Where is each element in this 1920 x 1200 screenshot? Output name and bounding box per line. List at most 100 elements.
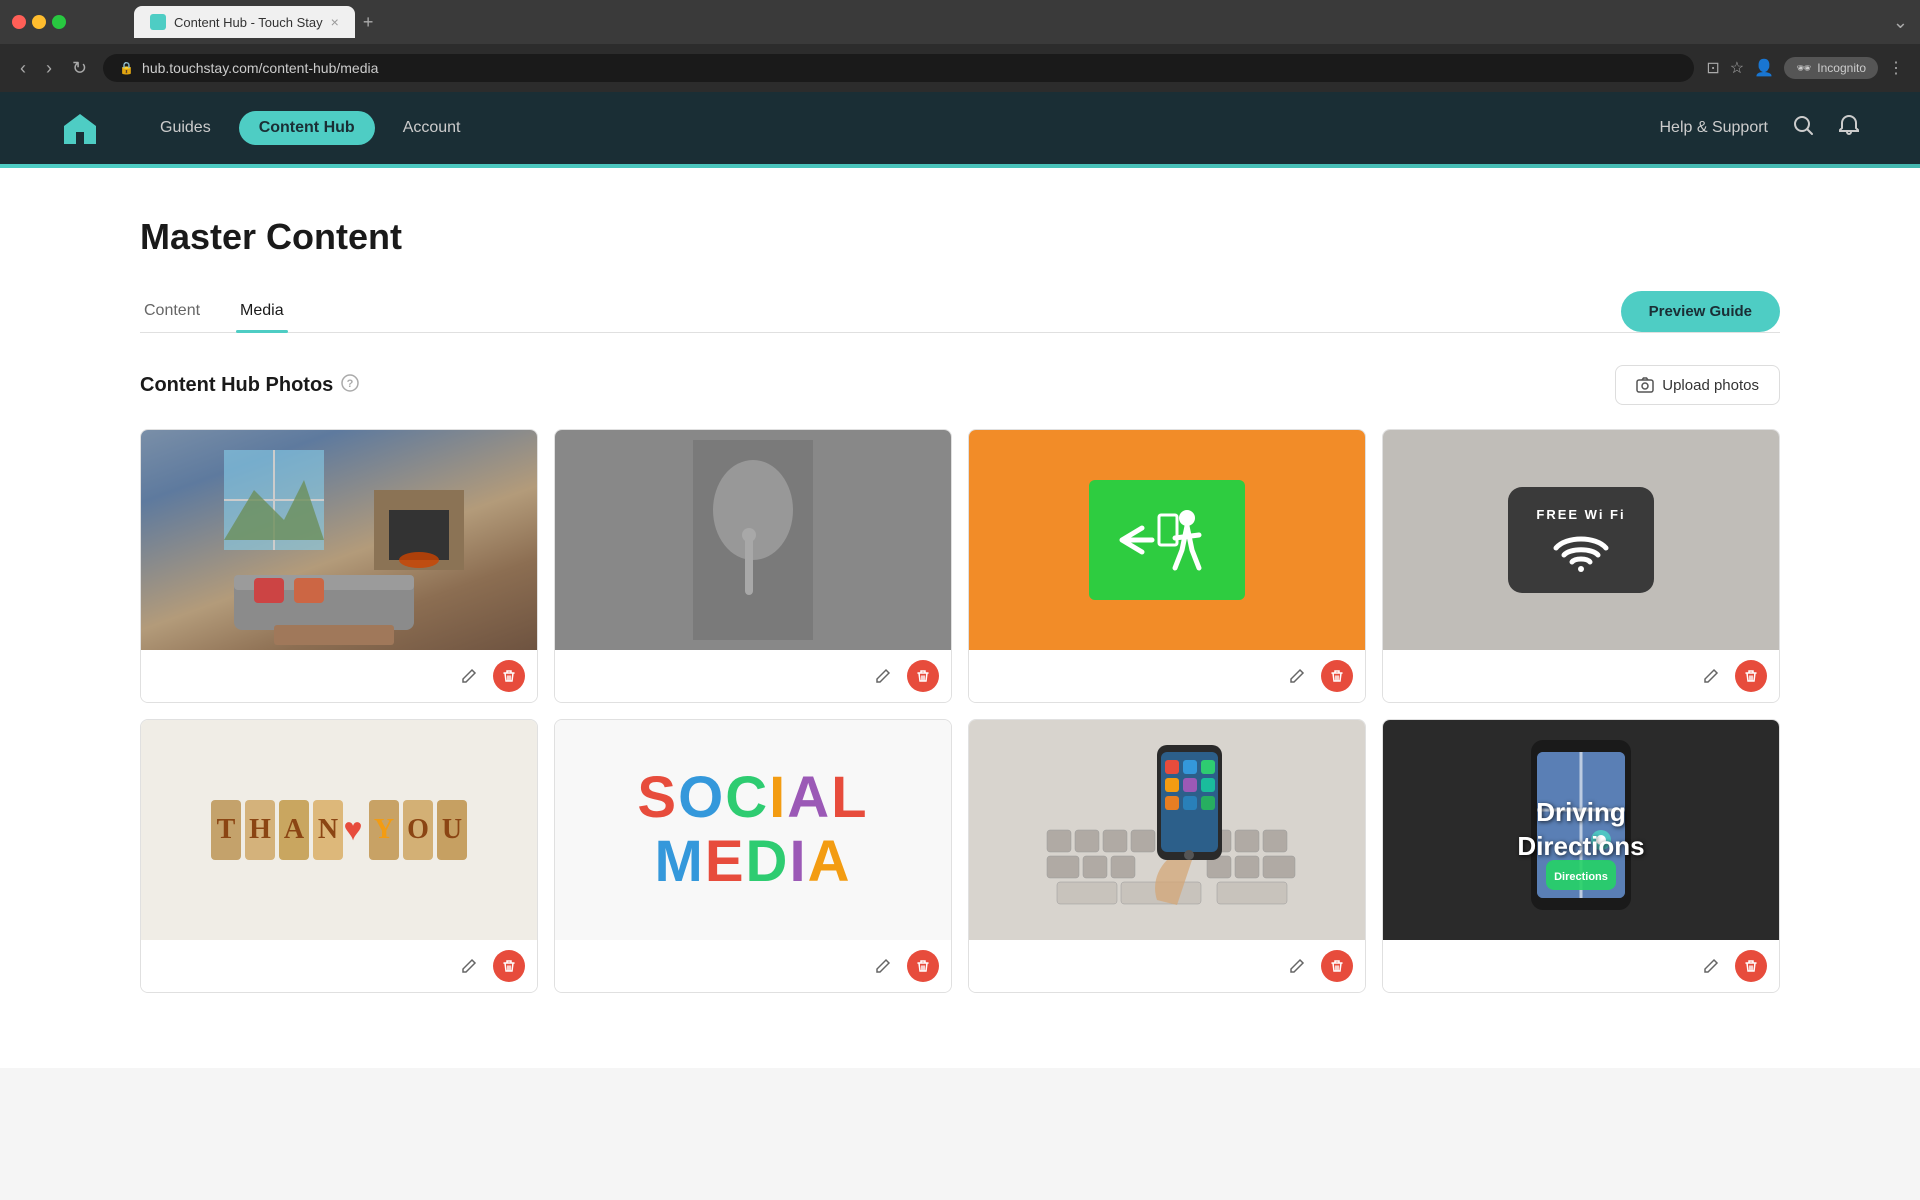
photo-actions-5: [141, 940, 537, 992]
photo-card-7: [968, 719, 1366, 993]
photo-grid: FREE Wi Fi: [140, 429, 1780, 993]
back-button[interactable]: ‹: [16, 54, 30, 83]
nav-links: Guides Content Hub Account: [140, 111, 481, 145]
photos-header: Content Hub Photos ? Upload photos: [140, 365, 1780, 405]
preview-guide-button[interactable]: Preview Guide: [1621, 291, 1780, 332]
svg-text:?: ?: [347, 378, 354, 390]
reload-button[interactable]: ↻: [68, 54, 91, 83]
edit-photo-3-button[interactable]: [1281, 660, 1313, 692]
delete-photo-5-button[interactable]: [493, 950, 525, 982]
edit-photo-8-button[interactable]: [1695, 950, 1727, 982]
bookmark-icon[interactable]: ☆: [1730, 58, 1744, 78]
photo-actions-1: [141, 650, 537, 702]
maximize-dot[interactable]: [52, 15, 66, 29]
cast-icon[interactable]: ⊡: [1706, 58, 1719, 78]
delete-photo-3-button[interactable]: [1321, 660, 1353, 692]
url-bar[interactable]: 🔒 hub.touchstay.com/content-hub/media: [103, 54, 1694, 82]
edit-photo-5-button[interactable]: [453, 950, 485, 982]
nav-right: Help & Support: [1659, 114, 1860, 142]
exit-sign-box: [1089, 480, 1245, 600]
delete-photo-4-button[interactable]: [1735, 660, 1767, 692]
edit-photo-6-button[interactable]: [867, 950, 899, 982]
photo-actions-3: [969, 650, 1365, 702]
social-line2: MEDIA: [637, 830, 868, 894]
new-tab-button[interactable]: +: [355, 4, 382, 41]
wifi-sign-box: FREE Wi Fi: [1508, 487, 1653, 593]
svg-text:U: U: [442, 814, 462, 845]
photo-card-4: FREE Wi Fi: [1382, 429, 1780, 703]
page-title: Master Content: [140, 216, 1780, 258]
delete-photo-6-button[interactable]: [907, 950, 939, 982]
delete-photo-7-button[interactable]: [1321, 950, 1353, 982]
incognito-label: Incognito: [1817, 61, 1866, 75]
photo-wifi: FREE Wi Fi: [1383, 430, 1779, 650]
svg-text:Y: Y: [374, 814, 394, 845]
photo-thankyou: T H A N ♥ Y O U: [141, 720, 537, 940]
window-controls: [12, 15, 66, 29]
thankyou-svg: T H A N ♥ Y O U: [209, 790, 469, 870]
free-text: FREE Wi Fi: [1536, 507, 1625, 522]
notifications-button[interactable]: [1838, 114, 1860, 142]
browser-tab[interactable]: Content Hub - Touch Stay ×: [134, 6, 355, 38]
tab-media[interactable]: Media: [236, 290, 288, 332]
upload-photos-button[interactable]: Upload photos: [1615, 365, 1780, 405]
nav-account[interactable]: Account: [383, 111, 481, 145]
camera-icon: [1636, 376, 1654, 394]
incognito-badge: 🕶 Incognito: [1784, 57, 1878, 79]
exit-sign-svg: [1117, 500, 1217, 580]
lock-icon: 🔒: [119, 61, 134, 75]
photo-card-5: T H A N ♥ Y O U: [140, 719, 538, 993]
nav-content-hub[interactable]: Content Hub: [239, 111, 375, 145]
photo-directions: Directions DrivingDirections: [1383, 720, 1779, 940]
delete-photo-1-button[interactable]: [493, 660, 525, 692]
photo-actions-8: [1383, 940, 1779, 992]
search-button[interactable]: [1792, 114, 1814, 142]
phone-keyboard-svg: [1037, 730, 1297, 930]
minimize-dot[interactable]: [32, 15, 46, 29]
photos-section: Content Hub Photos ? Upload photos: [140, 365, 1780, 993]
photos-help-button[interactable]: ?: [341, 374, 359, 397]
photo-actions-7: [969, 940, 1365, 992]
app-navbar: Guides Content Hub Account Help & Suppor…: [0, 92, 1920, 164]
forward-button[interactable]: ›: [42, 54, 56, 83]
tab-close-button[interactable]: ×: [331, 14, 339, 30]
edit-photo-2-button[interactable]: [867, 660, 899, 692]
photo-card-inner-8: Directions DrivingDirections: [1383, 720, 1779, 940]
profile-icon[interactable]: 👤: [1754, 58, 1774, 78]
main-content: Master Content Content Media Preview Gui…: [0, 168, 1920, 1068]
svg-text:♥: ♥: [344, 811, 363, 847]
browser-menu-button[interactable]: ⋮: [1888, 58, 1904, 78]
social-media-text: SOCIAL MEDIA: [637, 766, 868, 894]
address-bar: ‹ › ↻ 🔒 hub.touchstay.com/content-hub/me…: [0, 44, 1920, 92]
photo-card-3: [968, 429, 1366, 703]
svg-text:A: A: [284, 814, 305, 845]
tab-content[interactable]: Content: [140, 290, 204, 332]
photo-card-inner-1: [141, 430, 537, 650]
photo-card-inner-4: FREE Wi Fi: [1383, 430, 1779, 650]
url-text: hub.touchstay.com/content-hub/media: [142, 60, 378, 76]
photo-actions-4: [1383, 650, 1779, 702]
photo-actions-2: [555, 650, 951, 702]
delete-photo-2-button[interactable]: [907, 660, 939, 692]
photo-card-inner-7: [969, 720, 1365, 940]
nav-logo[interactable]: [60, 108, 100, 148]
svg-text:Directions: Directions: [1554, 871, 1608, 883]
svg-text:H: H: [249, 814, 271, 845]
photo-actions-6: [555, 940, 951, 992]
collapse-icon[interactable]: ⌄: [1893, 12, 1908, 33]
edit-photo-1-button[interactable]: [453, 660, 485, 692]
edit-photo-4-button[interactable]: [1695, 660, 1727, 692]
photo-silence: [555, 430, 951, 650]
photo-exit: [969, 430, 1365, 650]
browser-action-buttons: ⊡ ☆ 👤 🕶 Incognito ⋮: [1706, 57, 1904, 79]
edit-photo-7-button[interactable]: [1281, 950, 1313, 982]
nav-guides[interactable]: Guides: [140, 111, 231, 145]
svg-text:O: O: [407, 814, 429, 845]
close-dot[interactable]: [12, 15, 26, 29]
incognito-icon: 🕶: [1796, 61, 1811, 75]
delete-photo-8-button[interactable]: [1735, 950, 1767, 982]
photo-card-8: Directions DrivingDirections: [1382, 719, 1780, 993]
tab-favicon: [150, 14, 166, 30]
upload-photos-label: Upload photos: [1662, 377, 1759, 394]
nav-help[interactable]: Help & Support: [1659, 119, 1768, 137]
